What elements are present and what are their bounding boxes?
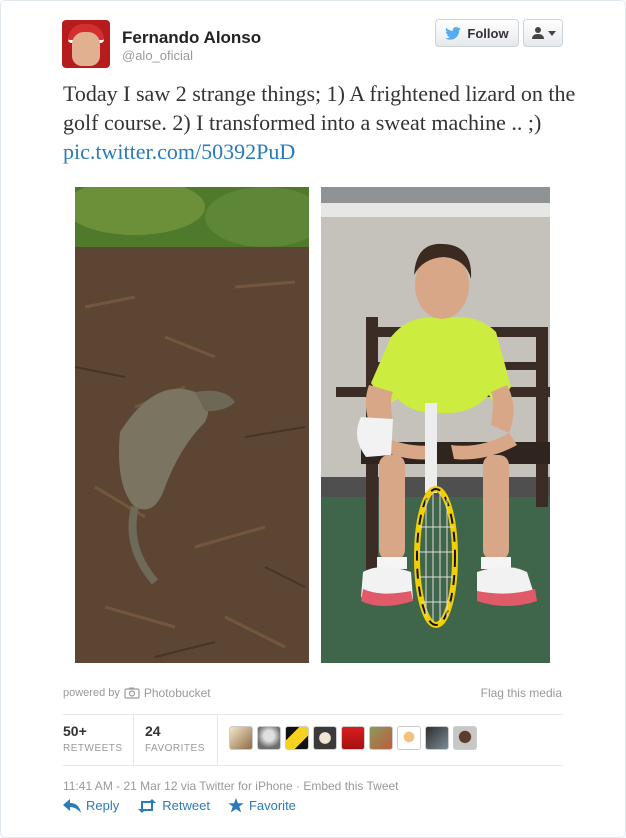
tweet-stats: 50+ RETWEETS 24 FAVORITES (63, 715, 563, 765)
tweet-card: Fernando Alonso @alo_oficial Follow Toda… (0, 0, 626, 838)
follow-label: Follow (467, 25, 509, 41)
reply-action[interactable]: Reply (63, 798, 119, 813)
tweet-body: Today I saw 2 strange things; 1) A frigh… (63, 81, 576, 135)
author-name[interactable]: Fernando Alonso (122, 28, 261, 48)
favoriter-avatar[interactable] (425, 726, 449, 750)
favoriter-avatar[interactable] (397, 726, 421, 750)
twitter-bird-icon (445, 26, 462, 40)
favoriter-avatar[interactable] (229, 726, 253, 750)
avatar-face (72, 32, 100, 66)
favoriter-avatar[interactable] (313, 726, 337, 750)
favorites-label: FAVORITES (145, 743, 205, 754)
powered-by-label: powered by (63, 687, 120, 699)
follow-button[interactable]: Follow (435, 19, 519, 47)
favoriter-avatar[interactable] (257, 726, 281, 750)
retweet-label: Retweet (162, 798, 210, 813)
lizard-photo-art (75, 187, 309, 663)
stats-bottom-divider (63, 765, 563, 766)
tennis-player-art (321, 187, 550, 663)
favorite-label: Favorite (248, 798, 296, 813)
favoriter-avatar[interactable] (341, 726, 365, 750)
tweet-actions: Reply Retweet Favorite (63, 798, 296, 813)
media-attribution: powered by Photobucket (63, 686, 211, 700)
reply-icon (63, 798, 81, 813)
tennis-player-photo (321, 187, 550, 663)
favorites-count: 24 (145, 723, 161, 739)
tweet-media-link[interactable]: pic.twitter.com/50392PuD (63, 139, 295, 164)
tweet-media[interactable] (75, 187, 550, 663)
chevron-down-icon (547, 30, 556, 36)
retweet-action[interactable]: Retweet (137, 798, 210, 813)
photobucket-link[interactable]: Photobucket (144, 686, 211, 700)
favorite-action[interactable]: Favorite (228, 798, 296, 813)
retweet-icon (138, 798, 157, 813)
user-menu-button[interactable] (523, 19, 563, 47)
retweets-stat[interactable]: 50+ RETWEETS (63, 723, 123, 754)
flag-media-link[interactable]: Flag this media (481, 686, 562, 700)
tweet-text: Today I saw 2 strange things; 1) A frigh… (63, 79, 583, 166)
favoriter-avatar[interactable] (453, 726, 477, 750)
stats-separator (133, 715, 134, 765)
retweets-label: RETWEETS (63, 743, 123, 754)
camera-icon (124, 687, 140, 699)
user-icon (531, 27, 544, 39)
stats-separator (217, 715, 218, 765)
author-avatar[interactable] (62, 20, 110, 68)
favoriter-avatars (229, 726, 477, 750)
favoriter-avatar[interactable] (369, 726, 393, 750)
favoriter-avatar[interactable] (285, 726, 309, 750)
tweet-timestamp[interactable]: 11:41 AM - 21 Mar 12 via Twitter for iPh… (63, 779, 399, 793)
star-icon (228, 798, 244, 813)
retweets-count: 50+ (63, 723, 87, 739)
lizard-photo (75, 187, 309, 663)
reply-label: Reply (86, 798, 120, 813)
favorites-stat[interactable]: 24 FAVORITES (145, 723, 205, 754)
author-handle[interactable]: @alo_oficial (122, 48, 193, 63)
